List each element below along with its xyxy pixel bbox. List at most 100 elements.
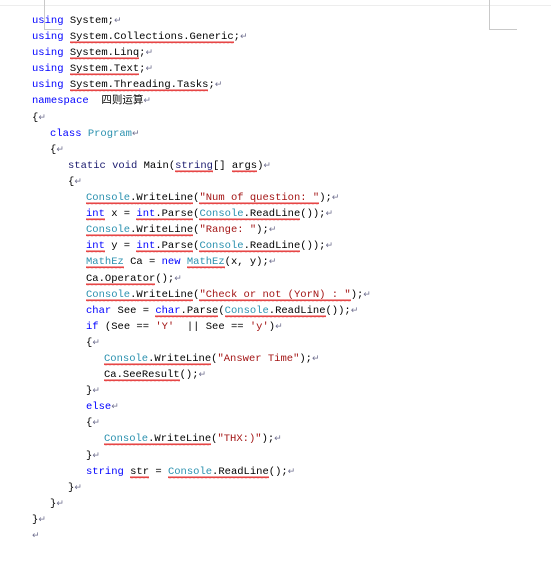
code-token: string <box>175 159 213 173</box>
code-line[interactable]: string str = Console.ReadLine();↵ <box>0 464 551 480</box>
code-token: Ca = <box>123 256 162 269</box>
paragraph-mark: ↵ <box>174 273 182 284</box>
paragraph-mark: ↵ <box>111 402 119 413</box>
paragraph-mark: ↵ <box>214 80 223 91</box>
code-line[interactable]: using System.Linq;↵ <box>0 45 551 61</box>
code-token: int <box>86 240 105 254</box>
paragraph-mark: ↵ <box>274 434 282 445</box>
paragraph-mark: ↵ <box>263 160 271 171</box>
code-line[interactable]: using System.Collections.Generic;↵ <box>0 29 551 45</box>
document-page: using System;↵ using System.Collections.G… <box>0 0 551 587</box>
code-line[interactable]: }↵ <box>0 448 551 464</box>
code-line[interactable]: MathEz Ca = new MathEz(x, y);↵ <box>0 254 551 270</box>
paragraph-mark: ↵ <box>287 466 296 477</box>
code-body[interactable]: using System;↵ using System.Collections.G… <box>0 13 551 544</box>
code-token: .Parse <box>155 240 194 254</box>
code-token: 'y' <box>249 320 269 333</box>
paragraph-mark: ↵ <box>113 16 122 26</box>
code-line[interactable]: {↵ <box>0 415 551 431</box>
code-token: = <box>149 465 168 478</box>
code-line[interactable]: Console.WriteLine("Range: ");↵ <box>0 222 551 238</box>
code-line[interactable]: {↵ <box>0 174 551 190</box>
code-line[interactable]: }↵ <box>0 496 551 512</box>
code-token: Program <box>87 127 132 140</box>
code-token: .ReadLine <box>243 240 301 254</box>
code-line[interactable]: {↵ <box>0 335 551 351</box>
code-token: ); <box>319 192 332 205</box>
code-line[interactable]: {↵ <box>0 110 551 126</box>
code-token: "THX:)" <box>217 433 262 446</box>
code-token: Ca <box>104 369 117 383</box>
code-token: str <box>130 465 150 479</box>
code-token: args <box>231 159 258 173</box>
code-token: namespace <box>32 95 89 108</box>
code-token: ); <box>261 433 275 446</box>
code-line[interactable]: using System;↵ <box>0 13 551 29</box>
paragraph-mark: ↵ <box>268 225 277 236</box>
code-token: using <box>32 79 64 92</box>
code-token: ); <box>256 224 269 237</box>
code-token: Console <box>86 288 131 302</box>
paragraph-mark: ↵ <box>311 353 320 364</box>
code-token: if <box>86 320 99 333</box>
code-line[interactable]: Console.WriteLine("Check or not (YorN) :… <box>0 287 551 303</box>
code-line[interactable]: else↵ <box>0 399 551 415</box>
code-token: Main( <box>137 159 176 172</box>
code-token: Console <box>199 208 244 222</box>
code-line[interactable]: int x = int.Parse(Console.ReadLine());↵ <box>0 206 551 222</box>
paragraph-mark: ↵ <box>92 337 100 348</box>
code-line[interactable]: Ca.SeeResult();↵ <box>0 367 551 383</box>
code-token: Console <box>224 304 269 318</box>
code-token: Ca <box>86 272 99 286</box>
code-line[interactable]: using System.Text;↵ <box>0 61 551 77</box>
paragraph-mark: ↵ <box>131 128 140 139</box>
paragraph-mark: ↵ <box>74 482 82 493</box>
paragraph-mark: ↵ <box>143 96 151 107</box>
code-line[interactable]: char See = char.Parse(Console.ReadLine()… <box>0 303 551 319</box>
code-token: System.Linq <box>69 47 140 61</box>
code-line[interactable]: }↵ <box>0 480 551 496</box>
code-line[interactable]: }↵ <box>0 383 551 399</box>
code-token: "Answer Time" <box>217 352 300 365</box>
code-token: MathEz <box>86 256 124 270</box>
code-token: System.Threading.Tasks <box>69 79 209 93</box>
code-token: .ReadLine <box>243 208 301 222</box>
code-line[interactable]: ↵ <box>0 528 551 544</box>
code-token: ); <box>299 352 312 365</box>
code-line[interactable]: Ca.Operator();↵ <box>0 271 551 287</box>
code-token: 四则运算 <box>88 95 144 108</box>
code-token: WriteLine <box>136 288 194 302</box>
code-line[interactable]: static void Main(string[] args)↵ <box>0 158 551 174</box>
code-token: WriteLine <box>136 224 194 238</box>
code-line[interactable]: if (See == 'Y' || See == 'y')↵ <box>0 319 551 335</box>
code-line[interactable]: Console.WriteLine("THX:)");↵ <box>0 431 551 447</box>
code-line[interactable]: namespace 四则运算↵ <box>0 93 551 109</box>
code-token: using <box>32 15 64 27</box>
code-token: || See == <box>174 320 250 333</box>
paragraph-mark: ↵ <box>32 531 40 541</box>
code-line[interactable]: using System.Threading.Tasks;↵ <box>0 77 551 93</box>
code-token: Console <box>86 224 131 238</box>
paragraph-mark: ↵ <box>92 386 100 397</box>
paragraph-mark: ↵ <box>38 514 46 525</box>
code-token: System.Text <box>69 63 140 77</box>
code-line[interactable]: }↵ <box>0 512 551 528</box>
page-top-rule <box>0 5 551 6</box>
code-line[interactable]: Console.WriteLine("Num of question: ");↵ <box>0 190 551 206</box>
paragraph-mark: ↵ <box>92 418 100 429</box>
code-token: static void <box>68 159 138 172</box>
paragraph-mark: ↵ <box>56 498 64 509</box>
code-line[interactable]: {↵ <box>0 142 551 158</box>
paragraph-mark: ↵ <box>239 32 248 43</box>
code-token: ()); <box>300 208 326 221</box>
code-line[interactable]: Console.WriteLine("Answer Time");↵ <box>0 351 551 367</box>
code-token: int <box>136 208 156 222</box>
code-line[interactable]: class Program↵ <box>0 126 551 142</box>
code-token: See = <box>111 304 156 317</box>
code-token: WriteLine <box>136 192 194 206</box>
code-token: "Num of question: " <box>199 192 320 206</box>
code-line[interactable]: int y = int.Parse(Console.ReadLine());↵ <box>0 238 551 254</box>
